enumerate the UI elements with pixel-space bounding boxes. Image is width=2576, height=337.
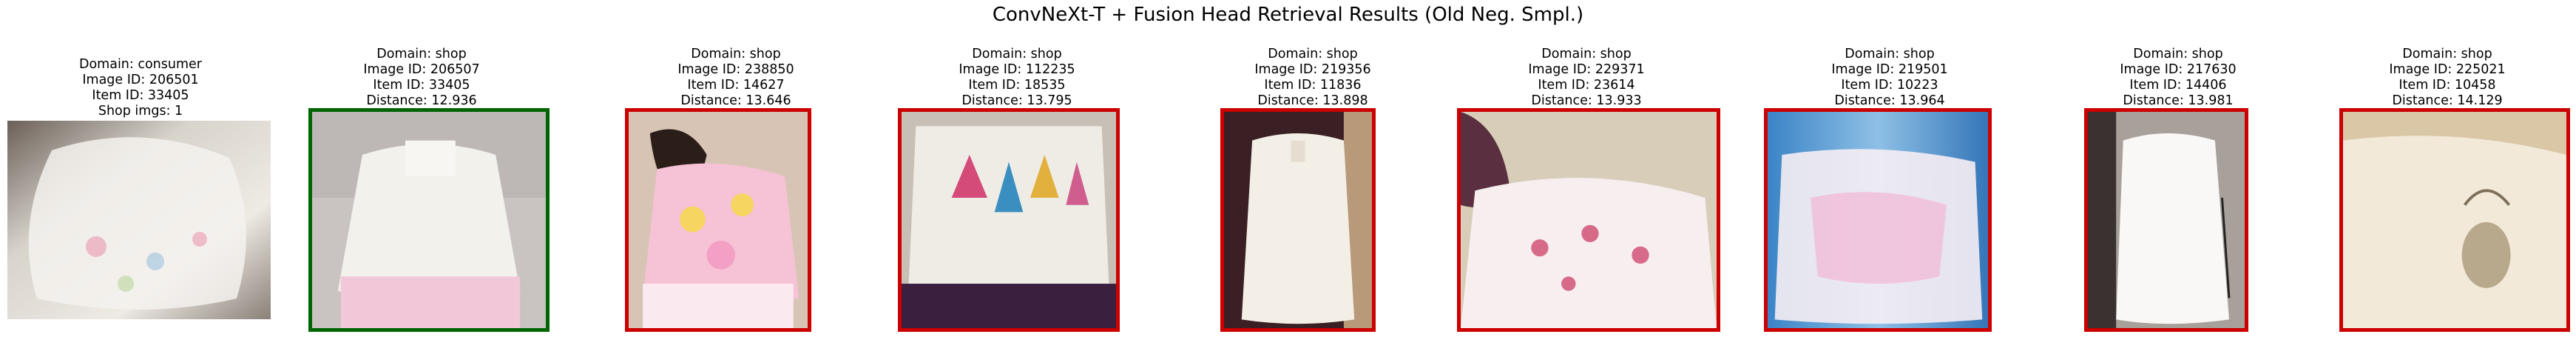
result-distance: Distance: 13.933 bbox=[1531, 93, 1642, 108]
result-image bbox=[1457, 108, 1720, 332]
result-domain: Domain: shop bbox=[2402, 47, 2492, 61]
result-image-id: Image ID: 217630 bbox=[2120, 62, 2237, 77]
result-caption: Domain: shop Image ID: 225021 Item ID: 1… bbox=[2319, 47, 2576, 109]
query-panel: Domain: consumer Image ID: 206501 Item I… bbox=[0, 0, 281, 337]
result-image-id: Image ID: 112235 bbox=[959, 62, 1075, 77]
result-domain: Domain: shop bbox=[972, 47, 1062, 61]
result-image bbox=[898, 108, 1120, 332]
result-caption: Domain: shop Image ID: 206507 Item ID: 3… bbox=[288, 47, 555, 109]
result-image bbox=[2084, 108, 2248, 332]
result-image-id: Image ID: 229371 bbox=[1528, 62, 1645, 77]
result-item-id: Item ID: 14627 bbox=[687, 78, 785, 93]
result-item-id: Item ID: 14406 bbox=[2129, 78, 2227, 93]
result-distance: Distance: 13.981 bbox=[2123, 93, 2234, 108]
result-caption: Domain: shop Image ID: 229371 Item ID: 2… bbox=[1431, 47, 1742, 109]
result-image bbox=[1764, 108, 1992, 332]
result-item-id: Item ID: 23614 bbox=[1538, 78, 1635, 93]
result-item-id: Item ID: 11836 bbox=[1264, 78, 1362, 93]
result-caption: Domain: shop Image ID: 238850 Item ID: 1… bbox=[595, 47, 876, 109]
result-panel: Domain: shop Image ID: 206507 Item ID: 3… bbox=[288, 0, 555, 337]
result-domain: Domain: shop bbox=[1541, 47, 1632, 61]
result-caption: Domain: shop Image ID: 112235 Item ID: 1… bbox=[876, 47, 1157, 109]
result-panel: Domain: shop Image ID: 217630 Item ID: 1… bbox=[2038, 0, 2319, 337]
query-caption: Domain: consumer Image ID: 206501 Item I… bbox=[0, 57, 281, 119]
result-domain: Domain: shop bbox=[1268, 47, 1358, 61]
query-image-id: Image ID: 206501 bbox=[82, 73, 199, 87]
result-item-id: Item ID: 10223 bbox=[1841, 78, 1938, 93]
result-caption: Domain: shop Image ID: 219501 Item ID: 1… bbox=[1742, 47, 2038, 109]
result-image-id: Image ID: 238850 bbox=[677, 62, 794, 77]
result-distance: Distance: 13.964 bbox=[1834, 93, 1945, 108]
result-domain: Domain: shop bbox=[376, 47, 467, 61]
result-image-id: Image ID: 219356 bbox=[1254, 62, 1371, 77]
result-domain: Domain: shop bbox=[691, 47, 781, 61]
result-panel: Domain: shop Image ID: 219501 Item ID: 1… bbox=[1742, 0, 2038, 337]
query-image bbox=[7, 121, 271, 319]
query-item-id: Item ID: 33405 bbox=[92, 88, 189, 103]
result-distance: Distance: 14.129 bbox=[2392, 93, 2503, 108]
result-caption: Domain: shop Image ID: 219356 Item ID: 1… bbox=[1194, 47, 1431, 109]
result-image bbox=[1220, 108, 1376, 332]
result-item-id: Item ID: 33405 bbox=[373, 78, 470, 93]
result-image bbox=[625, 108, 811, 332]
query-shop-imgs: Shop imgs: 1 bbox=[98, 104, 183, 119]
result-image bbox=[308, 108, 550, 332]
result-item-id: Item ID: 10458 bbox=[2398, 78, 2496, 93]
result-panel: Domain: shop Image ID: 112235 Item ID: 1… bbox=[876, 0, 1157, 337]
result-item-id: Item ID: 18535 bbox=[968, 78, 1066, 93]
result-image bbox=[2339, 108, 2570, 332]
result-panel: Domain: shop Image ID: 225021 Item ID: 1… bbox=[2319, 0, 2576, 337]
result-image-id: Image ID: 206507 bbox=[363, 62, 480, 77]
result-image-id: Image ID: 219501 bbox=[1831, 62, 1948, 77]
result-distance: Distance: 13.646 bbox=[680, 93, 791, 108]
result-panel: Domain: shop Image ID: 229371 Item ID: 2… bbox=[1431, 0, 1742, 337]
result-caption: Domain: shop Image ID: 217630 Item ID: 1… bbox=[2038, 47, 2319, 109]
result-distance: Distance: 12.936 bbox=[366, 93, 477, 108]
result-distance: Distance: 13.795 bbox=[961, 93, 1072, 108]
result-domain: Domain: shop bbox=[2133, 47, 2223, 61]
query-domain: Domain: consumer bbox=[78, 57, 202, 72]
result-domain: Domain: shop bbox=[1845, 47, 1935, 61]
result-image-id: Image ID: 225021 bbox=[2389, 62, 2506, 77]
result-panel: Domain: shop Image ID: 219356 Item ID: 1… bbox=[1194, 0, 1431, 337]
result-distance: Distance: 13.898 bbox=[1257, 93, 1368, 108]
result-panel: Domain: shop Image ID: 238850 Item ID: 1… bbox=[595, 0, 876, 337]
